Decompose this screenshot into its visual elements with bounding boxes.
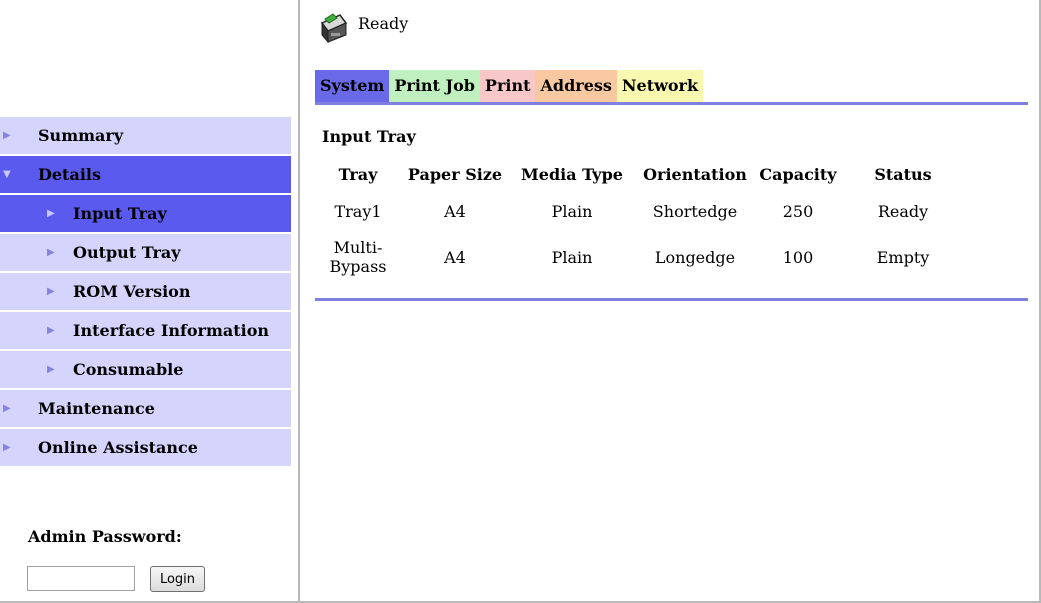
sidebar-item-online-assistance[interactable]: ▶ Online Assistance — [0, 429, 291, 466]
frame-divider[interactable] — [298, 0, 300, 603]
column-header-orientation: Orientation — [643, 164, 747, 184]
content-divider — [315, 298, 1028, 301]
sidebar-item-summary[interactable]: ▶ Summary — [0, 117, 291, 154]
tab-network[interactable]: Network — [616, 70, 704, 102]
tab-print-job[interactable]: Print Job — [389, 70, 480, 102]
column-header-tray: Tray — [338, 164, 378, 184]
cell-capacity: 250 — [782, 201, 814, 221]
sidebar-subitem-interface-information[interactable]: ▶ Interface Information — [0, 312, 291, 349]
tab-print[interactable]: Print — [479, 70, 536, 102]
input-tray-table: Tray Paper Size Media Type Orientation C… — [316, 156, 966, 284]
cell-tray: Multi-Bypass — [329, 238, 387, 276]
triangle-down-icon: ▼ — [3, 169, 11, 180]
sidebar-subitem-output-tray[interactable]: ▶ Output Tray — [0, 234, 291, 271]
tab-divider — [315, 102, 1028, 105]
sidebar-item-label: Maintenance — [38, 399, 155, 418]
cell-status: Empty — [876, 247, 930, 267]
sidebar-item-label: Online Assistance — [38, 438, 198, 457]
sidebar-item-label: ROM Version — [73, 282, 191, 301]
sidebar-subitem-consumable[interactable]: ▶ Consumable — [0, 351, 291, 388]
login-button[interactable]: Login — [150, 566, 205, 592]
triangle-right-icon: ▶ — [47, 208, 55, 219]
sidebar-item-label: Output Tray — [73, 243, 181, 262]
triangle-right-icon: ▶ — [3, 403, 11, 414]
table-header-row: Tray Paper Size Media Type Orientation C… — [316, 156, 966, 192]
cell-orientation: Longedge — [654, 247, 736, 267]
cell-paper-size: A4 — [444, 247, 466, 267]
tab-bar: System Print Job Print Address Network — [315, 70, 704, 102]
sidebar-subitem-rom-version[interactable]: ▶ ROM Version — [0, 273, 291, 310]
column-header-paper-size: Paper Size — [407, 164, 503, 184]
triangle-right-icon: ▶ — [47, 247, 55, 258]
cell-orientation: Shortedge — [652, 201, 738, 221]
sidebar-subitem-input-tray[interactable]: ▶ Input Tray — [0, 195, 291, 232]
cell-capacity: 100 — [782, 247, 814, 267]
sidebar-item-label: Summary — [38, 126, 124, 145]
triangle-right-icon: ▶ — [47, 325, 55, 336]
triangle-right-icon: ▶ — [47, 286, 55, 297]
sidebar-item-maintenance[interactable]: ▶ Maintenance — [0, 390, 291, 427]
sidebar-item-label: Interface Information — [73, 321, 270, 340]
sidebar-menu: ▶ Summary ▼ Details ▶ Input Tray ▶ Outpu… — [0, 117, 291, 468]
column-header-status: Status — [874, 164, 932, 184]
sidebar-item-label: Input Tray — [73, 204, 167, 223]
sidebar-item-label: Consumable — [73, 360, 184, 379]
column-header-capacity: Capacity — [759, 164, 837, 184]
triangle-right-icon: ▶ — [3, 442, 11, 453]
admin-password-input[interactable] — [27, 566, 135, 591]
status-text: Ready — [358, 14, 409, 33]
triangle-right-icon: ▶ — [47, 364, 55, 375]
printer-icon — [320, 13, 348, 44]
table-row: Tray1 A4 Plain Shortedge 250 Ready — [316, 192, 966, 230]
tab-address[interactable]: Address — [535, 70, 617, 102]
cell-tray: Tray1 — [334, 201, 382, 221]
admin-password-label: Admin Password: — [28, 527, 182, 546]
tab-system[interactable]: System — [315, 70, 390, 102]
sidebar-item-details[interactable]: ▼ Details — [0, 156, 291, 193]
table-row: Multi-Bypass A4 Plain Longedge 100 Empty — [316, 230, 966, 284]
cell-media-type: Plain — [551, 247, 593, 267]
printer-status: Ready — [318, 11, 408, 51]
cell-media-type: Plain — [551, 201, 593, 221]
cell-status: Ready — [877, 201, 929, 221]
cell-paper-size: A4 — [444, 201, 466, 221]
sidebar-item-label: Details — [38, 165, 101, 184]
triangle-right-icon: ▶ — [3, 130, 11, 141]
section-title: Input Tray — [322, 127, 416, 146]
column-header-media-type: Media Type — [521, 164, 623, 184]
